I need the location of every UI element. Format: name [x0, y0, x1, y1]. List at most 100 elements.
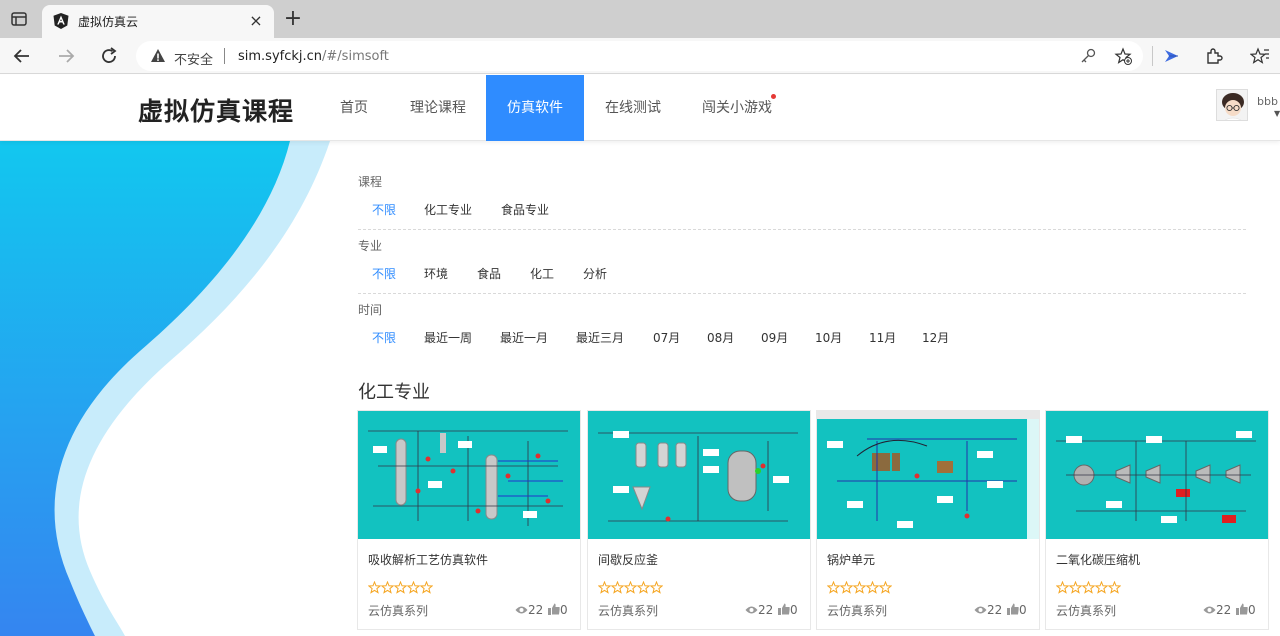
extensions-icon[interactable] [1204, 46, 1224, 66]
nav-theory-courses[interactable]: 理论课程 [400, 75, 476, 141]
view-count-value: 22 [528, 603, 544, 617]
new-tab-button[interactable]: + [283, 8, 303, 30]
nav-online-test[interactable]: 在线测试 [595, 75, 671, 141]
background-wave [0, 141, 330, 636]
filter-option-time-08[interactable]: 08月 [707, 329, 734, 346]
refresh-button[interactable] [97, 44, 121, 68]
filter-option-major-environment[interactable]: 环境 [424, 265, 448, 282]
card-title[interactable]: 吸收解析工艺仿真软件 [368, 551, 488, 568]
filter-option-time-07[interactable]: 07月 [653, 329, 680, 346]
filter-option-time-month[interactable]: 最近一月 [500, 329, 548, 346]
star-icon[interactable] [1068, 579, 1083, 594]
filter-option-major-all[interactable]: 不限 [372, 265, 396, 282]
thumbs-up-icon [778, 603, 790, 618]
star-icon[interactable] [878, 579, 893, 594]
star-icon[interactable] [380, 579, 395, 594]
star-icon[interactable] [419, 579, 434, 594]
tab-close-button[interactable]: × [246, 11, 266, 31]
star-icon[interactable] [636, 579, 651, 594]
filter-option-time-all[interactable]: 不限 [372, 329, 396, 346]
notification-dot [771, 94, 776, 99]
star-icon[interactable] [623, 579, 638, 594]
rating-stars[interactable] [1055, 579, 1122, 594]
star-icon[interactable] [649, 579, 664, 594]
toolbar-divider [1152, 46, 1153, 66]
rating-stars[interactable] [367, 579, 434, 594]
nav-home[interactable]: 首页 [326, 75, 382, 141]
filter-option-time-10[interactable]: 10月 [815, 329, 842, 346]
card-thumbnail[interactable] [1046, 411, 1268, 539]
warning-icon [150, 48, 166, 64]
star-icon[interactable] [367, 579, 382, 594]
extension-arrow-icon[interactable] [1162, 46, 1182, 66]
forward-button[interactable] [54, 44, 78, 68]
software-card[interactable]: 吸收解析工艺仿真软件 云仿真系列 22 0 [357, 410, 581, 630]
card-title[interactable]: 间歇反应釜 [598, 551, 658, 568]
view-count: 22 [745, 603, 773, 618]
filter-option-course-all[interactable]: 不限 [372, 201, 396, 218]
like-count-value: 0 [790, 603, 798, 617]
star-icon[interactable] [1107, 579, 1122, 594]
filter-option-time-09[interactable]: 09月 [761, 329, 788, 346]
rating-stars[interactable] [597, 579, 664, 594]
insecure-label[interactable]: 不安全 [174, 49, 213, 68]
username[interactable]: bbb [1257, 95, 1278, 108]
filter-title-time: 时间 [358, 303, 383, 317]
like-count[interactable]: 0 [1236, 603, 1256, 618]
like-count[interactable]: 0 [548, 603, 568, 618]
filter-option-time-11[interactable]: 11月 [869, 329, 896, 346]
back-button[interactable] [10, 44, 34, 68]
rating-stars[interactable] [826, 579, 893, 594]
filter-option-time-three-months[interactable]: 最近三月 [576, 329, 624, 346]
browser-toolbar: 不安全 sim.syfckj.cn/#/simsoft [0, 38, 1280, 74]
url-path: /#/simsoft [322, 49, 389, 64]
site-logo[interactable]: 虚拟仿真课程 [138, 92, 294, 128]
card-series: 云仿真系列 [827, 604, 888, 618]
star-icon[interactable] [826, 579, 841, 594]
nav-mini-game[interactable]: 闯关小游戏 [692, 75, 782, 141]
like-count[interactable]: 0 [1007, 603, 1027, 618]
avatar[interactable] [1216, 89, 1248, 121]
card-thumbnail[interactable] [358, 411, 580, 539]
add-favorite-icon[interactable] [1114, 47, 1132, 65]
favorites-icon[interactable] [1249, 46, 1270, 66]
chevron-down-icon[interactable]: ▼ [1274, 109, 1280, 118]
card-thumbnail[interactable] [817, 411, 1039, 539]
filter-option-course-food[interactable]: 食品专业 [501, 201, 549, 218]
star-icon[interactable] [393, 579, 408, 594]
filter-option-major-chemical[interactable]: 化工 [530, 265, 554, 282]
card-thumbnail[interactable] [588, 411, 810, 539]
software-card[interactable]: 间歇反应釜 云仿真系列 22 0 [587, 410, 811, 630]
nav-simulation-software[interactable]: 仿真软件 [486, 75, 584, 141]
thumbs-up-icon [1007, 603, 1019, 618]
address-bar[interactable]: 不安全 sim.syfckj.cn/#/simsoft [136, 41, 1143, 71]
filter-option-major-food[interactable]: 食品 [477, 265, 501, 282]
eye-icon [745, 604, 758, 618]
star-icon[interactable] [610, 579, 625, 594]
star-icon[interactable] [1094, 579, 1109, 594]
star-icon[interactable] [1081, 579, 1096, 594]
star-icon[interactable] [852, 579, 867, 594]
card-title[interactable]: 二氧化碳压缩机 [1056, 551, 1140, 568]
star-icon[interactable] [597, 579, 612, 594]
tab-actions-icon[interactable] [10, 10, 28, 28]
star-icon[interactable] [865, 579, 880, 594]
filter-option-major-analysis[interactable]: 分析 [583, 265, 607, 282]
view-count-value: 22 [1216, 603, 1232, 617]
star-icon[interactable] [839, 579, 854, 594]
filter-option-course-chemical[interactable]: 化工专业 [424, 201, 472, 218]
address-divider [224, 48, 225, 64]
url-text[interactable]: sim.syfckj.cn/#/simsoft [238, 49, 389, 64]
software-card[interactable]: 二氧化碳压缩机 云仿真系列 22 0 [1045, 410, 1269, 630]
filter-option-time-12[interactable]: 12月 [922, 329, 949, 346]
card-title[interactable]: 锅炉单元 [827, 551, 875, 568]
filter-title-course: 课程 [358, 175, 383, 189]
star-icon[interactable] [406, 579, 421, 594]
browser-tab[interactable]: 虚拟仿真云 × [42, 5, 274, 38]
star-icon[interactable] [1055, 579, 1070, 594]
view-count: 22 [515, 603, 543, 618]
like-count[interactable]: 0 [778, 603, 798, 618]
key-icon[interactable] [1079, 47, 1097, 65]
filter-option-time-week[interactable]: 最近一周 [424, 329, 472, 346]
software-card[interactable]: 锅炉单元 云仿真系列 22 0 [816, 410, 1040, 630]
